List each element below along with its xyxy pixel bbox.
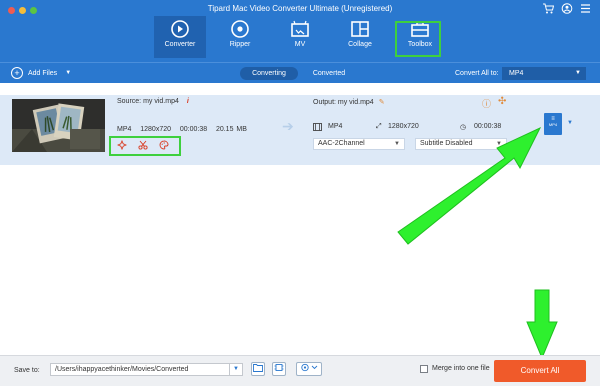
clock-icon: ◷ [460,124,467,131]
video-format-icon [313,123,322,133]
enhance-icon[interactable] [116,139,128,153]
tab-converting[interactable]: Converting [240,67,298,80]
tab-converted[interactable]: Converted [308,67,350,80]
save-to-label: Save to: [14,367,40,374]
source-filename: Source: my vid.mp4 i [117,98,189,105]
subtitle-value: Subtitle Disabled [420,140,473,147]
save-path-field[interactable]: /Users/ihappyacethinker/Movies/Converted [50,363,230,376]
source-meta: MP4 1280x720 00:00:38 20.15 MB [117,126,247,133]
ripper-icon [228,19,252,39]
chevron-down-icon: ▼ [394,141,400,147]
chevron-down-icon: ▼ [575,70,581,76]
tab-mv[interactable]: MV [274,16,326,58]
palette-icon[interactable] [159,140,169,153]
tab-label: MV [294,41,306,48]
chevron-down-icon[interactable]: ▼ [65,70,71,76]
subtitle-select[interactable]: Subtitle Disabled ▼ [415,138,507,150]
source-duration: 00:00:38 [179,126,208,133]
add-files-button[interactable]: + Add Files ▼ [11,67,71,79]
convert-all-button[interactable]: Convert All [494,360,586,382]
user-icon[interactable] [561,3,573,17]
converter-icon [168,19,192,39]
output-resolution: 1280x720 [388,123,419,130]
output-format: MP4 [328,123,343,130]
source-format: MP4 [117,126,132,133]
window-title: Tipard Mac Video Converter Ultimate (Unr… [207,4,393,13]
cut-icon[interactable] [138,140,148,153]
output-info-icon[interactable]: ⓘ [482,97,491,110]
green-arrow-to-convert [526,289,558,360]
source-size: 20.15 MB [215,126,247,133]
convert-all-format-select[interactable]: MP4 ▼ [502,67,586,80]
info-icon[interactable]: i [187,98,189,105]
merge-label: Merge into one file [432,365,490,372]
arrow-right-icon: ➔ [282,118,294,134]
chevron-down-icon[interactable]: ▼ [567,120,573,126]
file-item-row: Source: my vid.mp4 i MP4 1280x720 00:00:3… [0,95,600,165]
tab-label: Converter [164,41,196,48]
mv-icon [288,19,312,39]
audio-track-select[interactable]: AAC-2Channel ▼ [313,138,405,150]
audio-track-value: AAC-2Channel [318,140,365,147]
folder-icon[interactable] [251,362,265,376]
toolbox-highlight-box [395,21,441,57]
title-bar: Tipard Mac Video Converter Ultimate (Unr… [0,0,600,62]
edit-name-icon[interactable]: ✎ [379,99,385,106]
menu-icon[interactable] [580,3,591,17]
bottom-bar: Save to: /Users/ihappyacethinker/Movies/… [0,355,600,386]
plus-icon: + [11,67,23,79]
source-resolution: 1280x720 [140,126,172,133]
chevron-down-icon[interactable]: ▼ [229,363,243,376]
chevron-down-icon: ▼ [496,141,502,147]
output-label: Output: my vid.mp4 [313,99,374,106]
converter-toolbar: + Add Files ▼ Converting Converted Conve… [0,62,600,83]
tab-converter[interactable]: Converter [154,16,206,58]
collage-icon [348,19,372,39]
resolution-icon: ⤢ [376,123,382,130]
tab-ripper[interactable]: Ripper [214,16,266,58]
video-thumbnail[interactable] [12,99,105,152]
source-label: Source: my vid.mp4 [117,98,179,105]
add-files-label: Add Files [28,69,58,77]
output-format-button[interactable]: ≡ MP4 [544,113,562,135]
output-duration: 00:00:38 [474,123,502,130]
merge-checkbox[interactable] [420,365,428,373]
convert-all-to-label: Convert All to: [455,70,499,77]
format-value: MP4 [509,70,524,77]
tab-collage[interactable]: Collage [334,16,386,58]
output-filename: Output: my vid.mp4 ✎ [313,98,385,106]
cart-icon[interactable] [542,3,555,17]
add-output-icon[interactable]: ✣ [498,96,506,107]
hardware-acceleration-icon[interactable] [272,362,286,376]
settings-gear-icon[interactable] [296,362,322,376]
tab-label: Collage [348,41,372,48]
edit-tools-highlight-box [109,136,181,156]
tab-label: Ripper [229,41,251,48]
format-badge-label: MP4 [548,122,558,127]
